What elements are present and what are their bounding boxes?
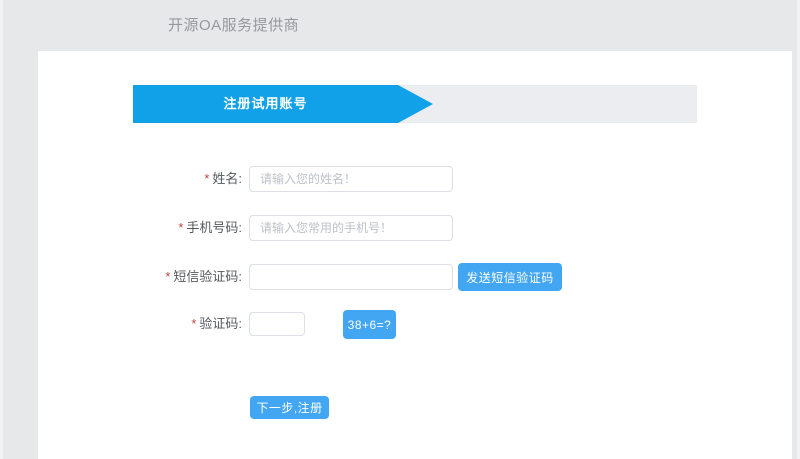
- captcha-input[interactable]: [249, 312, 305, 336]
- ribbon-arrow-icon: [398, 85, 433, 123]
- sms-code-label-text: 短信验证码:: [173, 269, 242, 284]
- phone-label-text: 手机号码:: [186, 220, 242, 235]
- phone-label: * 手机号码:: [38, 215, 242, 241]
- name-label-text: 姓名:: [212, 171, 242, 186]
- required-marker: *: [204, 171, 210, 186]
- required-marker: *: [165, 269, 171, 284]
- sms-code-input[interactable]: [249, 264, 453, 290]
- required-marker: *: [178, 220, 184, 235]
- captcha-label-text: 验证码:: [199, 316, 242, 331]
- captcha-question-button[interactable]: 38+6=?: [343, 310, 396, 339]
- section-title-ribbon: 注册试用账号: [133, 85, 433, 123]
- section-title: 注册试用账号: [223, 96, 308, 111]
- captcha-label: * 验证码:: [38, 312, 242, 336]
- content-panel: 注册试用账号 *姓名: *手机号码: *短信验证码: 发送短信验证码 *验证码:…: [38, 51, 792, 459]
- send-sms-button[interactable]: 发送短信验证码: [458, 263, 562, 291]
- phone-input[interactable]: [249, 215, 453, 241]
- submit-button[interactable]: 下一步,注册: [250, 396, 329, 419]
- name-label: * 姓名:: [38, 166, 242, 192]
- registration-page: { "page": { "brand": "开源OA服务提供商" }, "ban…: [0, 0, 800, 459]
- required-marker: *: [191, 316, 197, 331]
- name-input[interactable]: [249, 166, 453, 192]
- sms-code-label: * 短信验证码:: [38, 264, 242, 290]
- left-page-edge: [0, 0, 3, 459]
- brand-title: 开源OA服务提供商: [168, 17, 300, 34]
